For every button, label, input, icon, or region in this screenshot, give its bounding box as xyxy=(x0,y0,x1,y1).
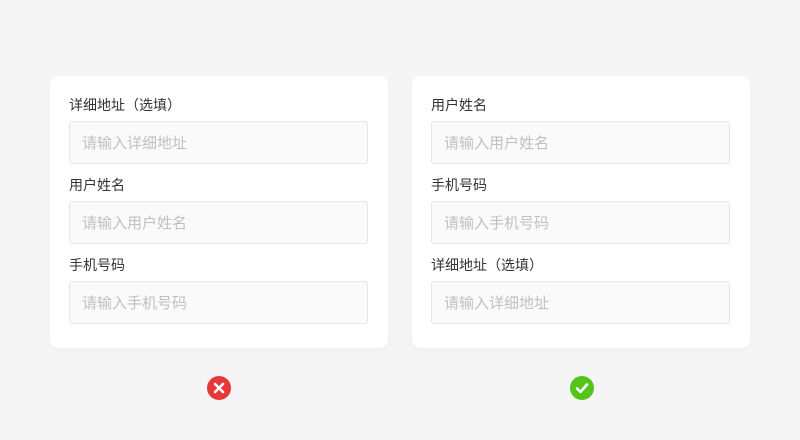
right-example-form: 用户姓名 手机号码 详细地址（选填） xyxy=(412,76,750,348)
user-name-input[interactable] xyxy=(69,201,368,244)
user-name-label: 用户姓名 xyxy=(431,98,487,114)
phone-number-input[interactable] xyxy=(431,201,730,244)
detailed-address-input[interactable] xyxy=(431,281,730,324)
wrong-example-form: 详细地址（选填） 用户姓名 手机号码 xyxy=(50,76,388,348)
phone-number-input[interactable] xyxy=(69,281,368,324)
phone-number-field: 手机号码 xyxy=(69,257,368,324)
detailed-address-field: 详细地址（选填） xyxy=(69,97,368,164)
detailed-address-label: 详细地址（选填） xyxy=(69,98,181,114)
phone-number-label: 手机号码 xyxy=(69,258,125,274)
check-circle-icon xyxy=(570,376,594,400)
error-circle-icon xyxy=(207,376,231,400)
detailed-address-input[interactable] xyxy=(69,121,368,164)
detailed-address-field: 详细地址（选填） xyxy=(431,257,730,324)
detailed-address-label: 详细地址（选填） xyxy=(431,258,543,274)
user-name-field: 用户姓名 xyxy=(431,97,730,164)
user-name-field: 用户姓名 xyxy=(69,177,368,244)
phone-number-field: 手机号码 xyxy=(431,177,730,244)
user-name-input[interactable] xyxy=(431,121,730,164)
user-name-label: 用户姓名 xyxy=(69,178,125,194)
phone-number-label: 手机号码 xyxy=(431,178,487,194)
